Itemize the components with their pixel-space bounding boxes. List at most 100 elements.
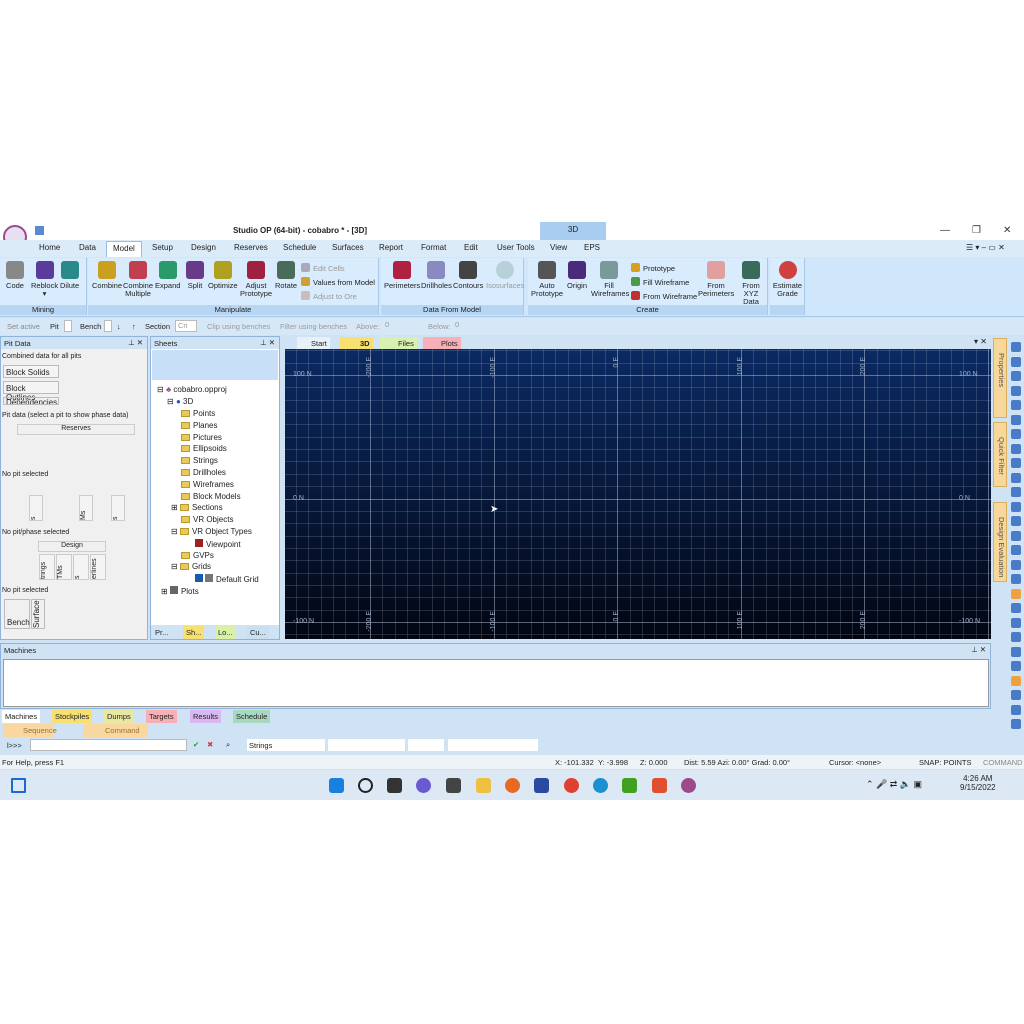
tab-stockpiles[interactable]: Stockpiles — [52, 710, 93, 723]
start-windows-icon[interactable] — [11, 778, 26, 793]
view-tool-icon[interactable] — [1011, 356, 1021, 367]
origin-button[interactable]: Origin — [567, 261, 587, 290]
pin-close-icons[interactable]: ⊥ ✕ — [260, 338, 275, 347]
accept-icon[interactable]: ✔ — [193, 740, 199, 749]
search-icon[interactable]: ⌕ — [226, 740, 230, 750]
tab-schedule[interactable]: Schedule — [283, 243, 316, 252]
contours-button[interactable]: Contours — [453, 261, 483, 290]
view-tool-icon[interactable] — [1011, 661, 1021, 671]
search-icon[interactable] — [358, 778, 373, 793]
surface-column[interactable]: Surface — [31, 599, 45, 629]
tab-home[interactable]: Home — [39, 243, 60, 252]
tree-item[interactable]: GVPs — [181, 551, 214, 560]
column-header[interactable]: s — [29, 495, 43, 521]
optimize-button[interactable]: Optimize — [208, 261, 238, 290]
tab-layers[interactable]: Lo... — [215, 626, 236, 639]
view-tool-icon[interactable] — [1011, 472, 1021, 483]
above-input[interactable]: 0 — [383, 320, 423, 332]
tab-model[interactable]: Model — [106, 241, 142, 257]
view-tool-icon[interactable] — [1011, 443, 1021, 454]
maximize-button[interactable]: ❐ — [972, 225, 981, 236]
view-tool-icon[interactable] — [1011, 675, 1021, 686]
layer-select[interactable]: Strings — [247, 739, 325, 751]
dilute-button[interactable]: Dilute — [60, 261, 79, 290]
checkbox[interactable] — [195, 574, 203, 583]
set-active-button[interactable]: Set active — [7, 322, 40, 331]
estimate-grade-button[interactable]: Estimate Grade — [772, 261, 803, 298]
tree-item[interactable]: Pictures — [181, 433, 222, 442]
tree-item[interactable]: ⊟ Grids — [171, 562, 211, 571]
from-xyz-data-button[interactable]: From XYZ Data — [735, 261, 767, 306]
tree-item[interactable]: ⊟ VR Object Types — [171, 527, 252, 536]
view-tool-icon[interactable] — [1011, 458, 1021, 468]
expand-button[interactable]: Expand — [155, 261, 180, 290]
pit-input[interactable] — [64, 320, 72, 332]
cancel-icon[interactable]: ✖ — [207, 740, 213, 749]
tab-surfaces[interactable]: Surfaces — [332, 243, 364, 252]
tree-item[interactable]: ⊞ Sections — [171, 503, 223, 512]
edge-icon[interactable] — [593, 778, 608, 793]
tab-setup[interactable]: Setup — [152, 243, 173, 252]
tree-item[interactable]: Strings — [181, 456, 218, 465]
tab-dumps[interactable]: Dumps — [104, 710, 134, 723]
view-tool-icon[interactable] — [1011, 487, 1021, 497]
from-perimeters-button[interactable]: From Perimeters — [698, 261, 734, 298]
view-tool-icon[interactable] — [1011, 632, 1021, 642]
tree-item[interactable]: Points — [181, 409, 215, 418]
tree-item[interactable]: VR Objects — [181, 515, 233, 524]
view-tool-icon[interactable] — [1011, 385, 1021, 396]
block-solids-item[interactable]: Block Solids — [3, 365, 59, 378]
reblock-button[interactable]: Reblock ▾ — [31, 261, 58, 298]
filter-benches-button[interactable]: Filter using benches — [280, 322, 347, 331]
tab-format[interactable]: Format — [421, 243, 446, 252]
column-header[interactable]: TMs — [56, 554, 72, 580]
tab-report[interactable]: Report — [379, 243, 403, 252]
pin-close-icons[interactable]: ⊥ ✕ — [128, 338, 143, 347]
tree-root[interactable]: ⊟ ♣ cobabro.opproj — [157, 385, 227, 394]
tree-item[interactable]: Default Grid — [195, 574, 259, 584]
view-tool-icon[interactable] — [1011, 719, 1021, 729]
column-header[interactable]: Ms — [79, 495, 93, 521]
app-icon[interactable] — [534, 778, 549, 793]
fill-wireframe-button[interactable]: Fill Wireframe — [631, 277, 689, 287]
rotate-button[interactable]: Rotate — [275, 261, 297, 290]
minimize-button[interactable]: — — [940, 225, 950, 236]
tab-eps[interactable]: EPS — [584, 243, 600, 252]
chrome-icon[interactable] — [564, 778, 579, 793]
tab-sheets[interactable]: Sh... — [183, 626, 205, 639]
column-header[interactable]: s — [73, 554, 89, 580]
view-tool-icon[interactable] — [1011, 574, 1021, 584]
tab-targets[interactable]: Targets — [146, 710, 177, 723]
tab-machines[interactable]: Machines — [2, 710, 41, 723]
below-input[interactable]: 0 — [453, 320, 493, 332]
fill-wireframes-button[interactable]: Fill Wireframes — [591, 261, 629, 298]
split-button[interactable]: Split — [186, 261, 204, 290]
pin-close-icons[interactable]: ⊥ ✕ — [971, 645, 986, 654]
edit-cells-button[interactable]: Edit Cells — [301, 263, 345, 273]
column-header[interactable]: erlines — [90, 554, 106, 580]
isosurfaces-button[interactable]: Isosurfaces — [486, 261, 524, 290]
tree-3d[interactable]: ⊟ ● 3D — [167, 397, 193, 406]
view-tool-icon[interactable] — [1011, 516, 1021, 526]
tab-reserves[interactable]: Reserves — [234, 243, 268, 252]
tab-design[interactable]: Design — [191, 243, 216, 252]
view-tool-icon[interactable] — [1011, 588, 1021, 599]
auto-prototype-button[interactable]: Auto Prototype — [530, 261, 564, 298]
properties-side-tab[interactable]: Properties — [993, 338, 1007, 418]
design-evaluation-side-tab[interactable]: Design Evaluation — [993, 502, 1007, 582]
command-input[interactable] — [30, 739, 187, 751]
quick-filter-side-tab[interactable]: Quick Filter — [993, 422, 1007, 487]
up-arrow-button[interactable]: ↑ — [132, 322, 136, 331]
block-outlines-item[interactable]: Block Outlines — [3, 381, 59, 402]
tray-icons[interactable]: ⌃ 🎤 ⇄ 🔈 ▣ — [866, 779, 922, 790]
view-tool-icon[interactable] — [1011, 704, 1021, 715]
3d-viewport[interactable]: ➤ -200 E -200 E -100 E -100 E0 E0 E 100 E 100… — [285, 349, 991, 639]
view-tool-icon[interactable] — [1011, 342, 1021, 352]
view-tool-icon[interactable] — [1011, 559, 1021, 570]
view-tool-icon[interactable] — [1011, 617, 1021, 628]
file-explorer-icon[interactable] — [476, 778, 491, 793]
tree-item[interactable]: Ellipsoids — [181, 444, 227, 453]
down-arrow-button[interactable]: ↓ — [117, 322, 121, 331]
view-tool-icon[interactable] — [1011, 400, 1021, 410]
adjust-to-ore-button[interactable]: Adjust to Ore — [301, 291, 357, 301]
